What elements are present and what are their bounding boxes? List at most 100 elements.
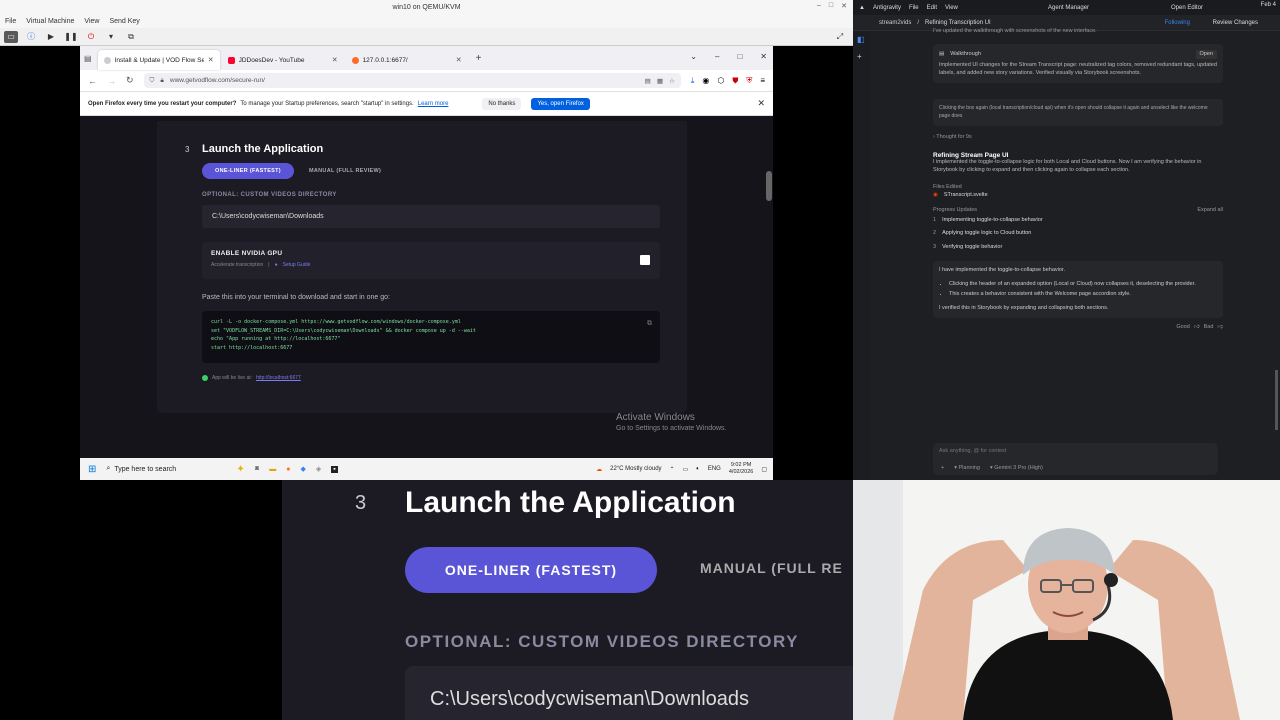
screenshot-icon[interactable]: ▦	[657, 77, 663, 85]
menu-edit[interactable]: Edit	[927, 5, 937, 11]
command-block[interactable]: curl -L -o docker-compose.yml https://ww…	[202, 311, 660, 363]
app-icon[interactable]: ◆	[300, 465, 305, 473]
tab-list-icon[interactable]: ▤	[84, 54, 92, 63]
account-icon[interactable]: ◉	[702, 76, 709, 86]
fullscreen-icon[interactable]: ⤢	[833, 31, 847, 43]
extensions-icon[interactable]: ⬡	[717, 76, 724, 86]
breadcrumb-conversation[interactable]: Refining Transcription UI	[925, 20, 991, 26]
windows-start-icon[interactable]: ⊞	[88, 464, 96, 475]
menu-file[interactable]: File	[909, 5, 919, 11]
learn-more-link[interactable]: Learn more	[418, 101, 449, 107]
taskbar-search[interactable]: ⌕ Type here to search	[106, 465, 226, 473]
terminal-icon[interactable]: ▪	[331, 465, 338, 473]
snapshot-icon[interactable]: ⧉	[124, 31, 138, 43]
open-editor-button[interactable]: Open Editor	[1171, 5, 1203, 11]
breadcrumb-workspace[interactable]: stream2vids	[879, 20, 911, 26]
tab-youtube[interactable]: JDDoesDev - YouTube ✕	[222, 50, 344, 70]
task-view-icon[interactable]: ⧈	[255, 465, 259, 473]
console-icon[interactable]: ▭	[4, 30, 18, 43]
scrollbar[interactable]	[766, 171, 772, 201]
menu-view[interactable]: View	[84, 18, 99, 25]
chat-input[interactable]: Ask anything, @ for context + ▾ Planning…	[933, 443, 1218, 475]
yes-open-firefox-button[interactable]: Yes, open Firefox	[531, 97, 590, 110]
info-icon[interactable]: ⓘ	[24, 31, 38, 43]
tab-vodflow[interactable]: Install & Update | VOD Flow Secure ✕	[97, 50, 220, 70]
add-icon[interactable]: +	[853, 48, 871, 65]
forward-icon[interactable]: →	[107, 76, 116, 86]
scrollbar[interactable]	[1275, 370, 1278, 430]
chevron-up-icon[interactable]: ⌃	[670, 466, 675, 473]
thought-toggle[interactable]: › Thought for 9s	[933, 134, 1223, 142]
no-thanks-button[interactable]: No thanks	[482, 97, 522, 110]
maximize-icon[interactable]: □	[737, 52, 742, 61]
reload-icon[interactable]: ↻	[126, 75, 134, 86]
files-edited-label: Files Edited	[933, 184, 962, 190]
volume-icon[interactable]: 🔈︎	[696, 466, 700, 473]
bookmark-star-icon[interactable]: ☆	[669, 77, 675, 85]
sparkle-icon[interactable]: ✦	[236, 464, 244, 475]
walkthrough-card[interactable]: ▤ Walkthrough Open Implemented UI change…	[933, 43, 1223, 83]
network-icon[interactable]: ▭	[683, 466, 689, 473]
review-changes-button[interactable]: Review Changes	[1213, 20, 1258, 26]
minimize-icon[interactable]: –	[715, 52, 719, 61]
close-icon[interactable]: ✕	[760, 52, 767, 61]
setup-guide-link[interactable]: Setup Guide	[283, 262, 311, 268]
gpu-checkbox[interactable]	[640, 255, 650, 265]
shield-icon[interactable]: ⛉	[150, 77, 155, 85]
thumbs-down-icon[interactable]: 👎︎	[1217, 324, 1223, 332]
new-tab-icon[interactable]: +	[476, 53, 482, 64]
localhost-link[interactable]: http://localhost:6677	[256, 375, 301, 381]
chevron-down-icon[interactable]: ▾	[104, 31, 118, 43]
bad-button[interactable]: Bad	[1204, 324, 1214, 332]
pause-icon[interactable]: ❚❚	[64, 31, 78, 43]
open-button[interactable]: Open	[1195, 49, 1217, 59]
file-explorer-icon[interactable]: ▬	[269, 466, 276, 473]
download-icon[interactable]: ⤓	[691, 76, 695, 86]
tab-one-liner[interactable]: ONE-LINER (FASTEST)	[202, 163, 294, 179]
agent-manager-button[interactable]: Agent Manager	[1048, 5, 1089, 11]
minimize-icon[interactable]: –	[817, 2, 821, 10]
copy-icon[interactable]: ⧉	[647, 320, 652, 328]
menu-send-key[interactable]: Send Key	[109, 18, 139, 25]
close-icon[interactable]: ✕	[841, 2, 847, 10]
thumbs-up-icon[interactable]: 👍︎	[1194, 324, 1200, 332]
expand-all-button[interactable]: Expand all	[1197, 207, 1223, 215]
chat-icon[interactable]: ◧	[853, 31, 871, 48]
chevron-down-icon[interactable]: ⌄	[690, 52, 697, 61]
ad-blocker-icon[interactable]: ⛨	[746, 76, 752, 86]
close-icon[interactable]: ✕	[757, 98, 765, 109]
menu-view[interactable]: View	[945, 5, 958, 11]
menu-file[interactable]: File	[5, 18, 16, 25]
firefox-icon[interactable]: ●	[286, 466, 290, 473]
url-bar[interactable]: ⛉ 🔒︎ www.getvodflow.com/secure-run/ ▤ ▦ …	[143, 73, 681, 88]
add-context-icon[interactable]: +	[941, 465, 944, 471]
close-tab-icon[interactable]: ✕	[456, 56, 462, 64]
ublock-icon[interactable]: ⛊	[732, 76, 738, 86]
play-icon[interactable]: ▶	[44, 31, 58, 43]
following-toggle[interactable]: Following	[1165, 20, 1190, 26]
model-selector[interactable]: ▾ Gemini 3 Pro (High)	[990, 465, 1043, 471]
menu-virtual-machine[interactable]: Virtual Machine	[26, 18, 74, 25]
menu-antigravity[interactable]: Antigravity	[873, 5, 901, 11]
good-button[interactable]: Good	[1176, 324, 1189, 332]
power-icon[interactable]: ⏻	[84, 31, 98, 43]
gpu-toggle-row[interactable]: ENABLE NVIDIA GPU Accelerate transcripti…	[202, 242, 660, 279]
weather-text[interactable]: 22°C Mostly cloudy	[610, 466, 661, 472]
maximize-icon[interactable]: □	[829, 2, 833, 10]
clock[interactable]: 9:02 PM 4/02/2026	[729, 462, 753, 476]
lock-icon[interactable]: 🔒︎	[160, 77, 163, 85]
tab-localhost[interactable]: 127.0.0.1:6677/ ✕	[346, 50, 468, 70]
vm-screen[interactable]: ▤ Install & Update | VOD Flow Secure ✕ J…	[0, 46, 853, 480]
tab-manual[interactable]: MANUAL (FULL REVIEW)	[309, 163, 381, 179]
app-icon-2[interactable]: ◈	[316, 465, 321, 473]
mode-selector[interactable]: ▾ Planning	[954, 465, 980, 471]
directory-input[interactable]: C:\Users\codycwiseman\Downloads	[202, 205, 660, 228]
reader-view-icon[interactable]: ▤	[645, 77, 651, 85]
notification-icon[interactable]: ▢	[761, 466, 767, 473]
close-tab-icon[interactable]: ✕	[332, 56, 338, 64]
close-tab-icon[interactable]: ✕	[208, 56, 214, 64]
back-icon[interactable]: ←	[88, 76, 97, 86]
menu-icon[interactable]: ≡	[760, 76, 765, 86]
file-item[interactable]: ◉ STranscript.svelte	[933, 192, 1223, 200]
language[interactable]: ENG	[708, 466, 721, 472]
